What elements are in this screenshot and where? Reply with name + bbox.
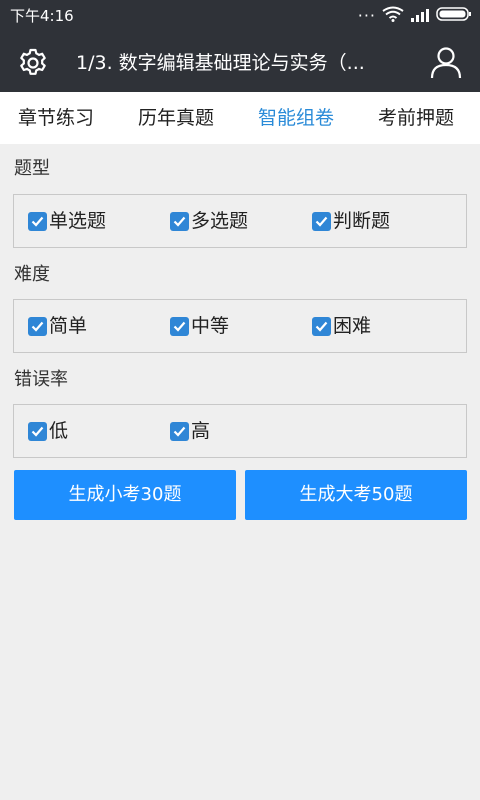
option-label: 简单 (49, 315, 88, 337)
check-icon (28, 211, 47, 231)
tab-smart-paper[interactable]: 智能组卷 (258, 92, 334, 144)
option-label: 判断题 (333, 210, 391, 232)
check-icon (170, 421, 189, 441)
wifi-icon (382, 6, 404, 26)
check-icon (312, 316, 331, 336)
tab-chapter-practice[interactable]: 章节练习 (18, 92, 94, 144)
option-label: 多选题 (191, 210, 249, 232)
section-title-difficulty: 难度 (14, 264, 50, 285)
battery-icon (436, 6, 472, 26)
option-label: 困难 (333, 315, 372, 337)
checkbox-hard[interactable]: 困难 (312, 312, 371, 340)
section-title-error-rate: 错误率 (14, 369, 68, 390)
difficulty-options-group: 简单 中等 困难 (13, 299, 467, 353)
user-button[interactable] (426, 42, 466, 82)
app-title: 1/3. 数字编辑基础理论与实务（... (76, 52, 365, 74)
tab-bar: 章节练习 历年真题 智能组卷 考前押题 (0, 92, 480, 144)
check-icon (170, 316, 189, 336)
check-icon (28, 316, 47, 336)
option-label: 中等 (191, 315, 230, 337)
checkbox-single-choice[interactable]: 单选题 (28, 207, 106, 235)
user-icon (430, 47, 462, 79)
status-time: 下午4:16 (10, 7, 74, 25)
generate-big-exam-button[interactable]: 生成大考50题 (245, 470, 467, 520)
status-bar: 下午4:16 ··· (0, 0, 480, 32)
checkbox-easy[interactable]: 简单 (28, 312, 87, 340)
option-label: 低 (49, 420, 69, 442)
option-label: 高 (191, 420, 211, 442)
checkbox-true-false[interactable]: 判断题 (312, 207, 390, 235)
signal-icon (410, 7, 430, 26)
tab-past-papers[interactable]: 历年真题 (138, 92, 214, 144)
checkbox-low[interactable]: 低 (28, 417, 68, 445)
tab-pre-exam[interactable]: 考前押题 (378, 92, 454, 144)
settings-button[interactable] (14, 44, 52, 82)
status-icons: ··· (358, 6, 472, 26)
dots-icon: ··· (357, 6, 376, 25)
error-rate-options-group: 低 高 (13, 404, 467, 458)
type-options-group: 单选题 多选题 判断题 (13, 194, 467, 248)
app-bar: 1/3. 数字编辑基础理论与实务（... (0, 32, 480, 92)
checkbox-medium[interactable]: 中等 (170, 312, 229, 340)
check-icon (312, 211, 331, 231)
check-icon (28, 421, 47, 441)
check-icon (170, 211, 189, 231)
generate-small-exam-button[interactable]: 生成小考30题 (14, 470, 236, 520)
checkbox-high[interactable]: 高 (170, 417, 210, 445)
section-title-type: 题型 (14, 158, 50, 179)
gear-icon (20, 48, 46, 75)
option-label: 单选题 (49, 210, 107, 232)
checkbox-multiple-choice[interactable]: 多选题 (170, 207, 248, 235)
